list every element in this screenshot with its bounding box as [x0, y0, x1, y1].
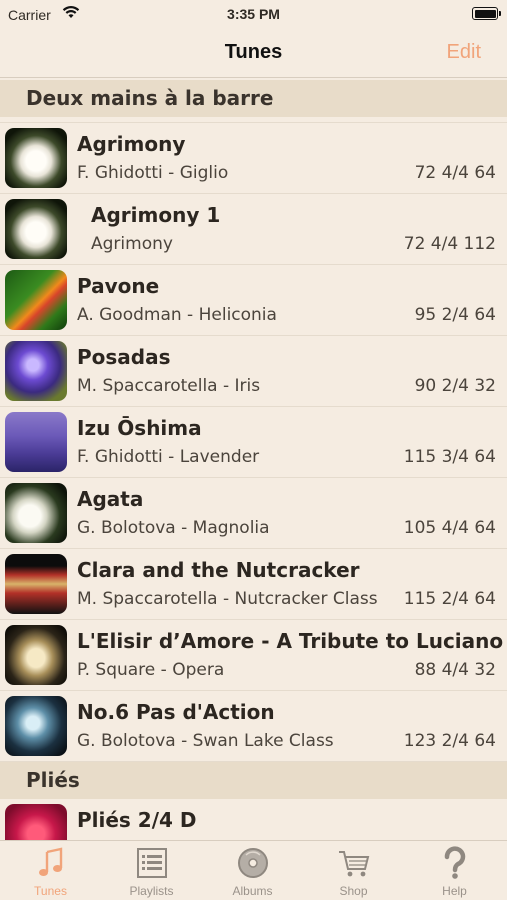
tune-row[interactable]: Agrimony F. Ghidotti - Giglio 72 4/4 64 — [0, 123, 507, 194]
tab-playlists[interactable]: Playlists — [101, 841, 202, 900]
tune-thumbnail — [5, 341, 67, 401]
tune-title: No.6 Pas d'Action — [77, 700, 275, 724]
tune-row[interactable]: Agata G. Bolotova - Magnolia 105 4/4 64 — [0, 478, 507, 549]
tune-subtitle: P. Square - Opera — [77, 660, 225, 680]
tab-label: Playlists — [129, 884, 174, 898]
tune-row[interactable]: Posadas M. Spaccarotella - Iris 90 2/4 3… — [0, 336, 507, 407]
tune-subtitle: F. Ghidotti - Lavender — [77, 447, 260, 467]
tune-thumbnail — [5, 804, 67, 840]
tune-meta: 88 4/4 32 — [414, 660, 496, 680]
tune-title: Izu Ōshima — [77, 416, 202, 440]
tune-subtitle: F. Ghidotti - Giglio — [77, 163, 229, 183]
tune-meta: 72 4/4 112 — [403, 234, 496, 254]
tune-row[interactable]: Pavone A. Goodman - Heliconia 95 2/4 64 — [0, 265, 507, 336]
status-time: 3:35 PM — [227, 6, 280, 22]
section-header: Deux mains à la barre — [0, 80, 507, 117]
tab-label: Shop — [339, 884, 368, 898]
tune-title: Agata — [77, 487, 144, 511]
edit-button[interactable]: Edit — [447, 41, 481, 64]
tune-thumbnail — [5, 483, 67, 543]
list-icon — [135, 846, 169, 880]
tab-bar: Tunes Playlists Albums Shop Help — [0, 840, 507, 900]
tune-meta: 115 2/4 64 — [403, 589, 496, 609]
question-icon — [438, 846, 472, 880]
tune-title: Agrimony — [77, 132, 186, 156]
tune-subtitle: G. Bolotova - Magnolia — [77, 518, 270, 538]
tune-thumbnail — [5, 199, 67, 259]
tune-title: Clara and the Nutcracker — [77, 558, 360, 582]
tune-thumbnail — [5, 412, 67, 472]
tune-meta: 105 4/4 64 — [403, 518, 496, 538]
tune-title: Pliés 2/4 D — [77, 808, 197, 832]
tune-title: L'Elisir d’Amore - A Tribute to Luciano — [77, 629, 504, 653]
tune-thumbnail — [5, 270, 67, 330]
tab-label: Help — [442, 884, 467, 898]
tune-subtitle: M. Spaccarotella - Nutcracker Class — [77, 589, 378, 609]
tab-tunes[interactable]: Tunes — [0, 841, 101, 900]
tune-title: Posadas — [77, 345, 171, 369]
tune-subtitle: M. Spaccarotella - Iris — [77, 376, 261, 396]
cart-icon — [337, 846, 371, 880]
tune-row[interactable]: Agrimony 1 Agrimony 72 4/4 112 — [0, 194, 507, 265]
tab-label: Tunes — [34, 884, 67, 898]
tune-thumbnail — [5, 625, 67, 685]
tune-meta: 95 2/4 64 — [414, 305, 496, 325]
tune-title: Agrimony 1 — [91, 203, 221, 227]
tab-label: Albums — [232, 884, 273, 898]
tune-row[interactable]: Izu Ōshima F. Ghidotti - Lavender 115 3/… — [0, 407, 507, 478]
tune-meta: 115 3/4 64 — [403, 447, 496, 467]
album-icon — [236, 846, 270, 880]
status-bar: Carrier 3:35 PM — [0, 0, 507, 30]
tune-meta: 123 2/4 64 — [403, 731, 496, 751]
tune-thumbnail — [5, 554, 67, 614]
tune-subtitle: Agrimony — [91, 234, 173, 254]
tune-meta: 90 2/4 32 — [414, 376, 496, 396]
navigation-bar: Tunes Edit — [0, 30, 507, 78]
tune-row[interactable]: Pliés 2/4 D — [0, 799, 507, 840]
tune-title: Pavone — [77, 274, 160, 298]
tune-meta: 72 4/4 64 — [414, 163, 496, 183]
tab-albums[interactable]: Albums — [202, 841, 303, 900]
tune-row[interactable]: Clara and the Nutcracker M. Spaccarotell… — [0, 549, 507, 620]
tab-help[interactable]: Help — [404, 841, 505, 900]
tune-thumbnail — [5, 696, 67, 756]
music-note-icon — [34, 846, 68, 880]
section-header: Pliés — [0, 762, 507, 799]
tune-subtitle: A. Goodman - Heliconia — [77, 305, 277, 325]
tune-thumbnail — [5, 128, 67, 188]
tune-row[interactable]: No.6 Pas d'Action G. Bolotova - Swan Lak… — [0, 691, 507, 762]
tab-shop[interactable]: Shop — [303, 841, 404, 900]
tune-list[interactable]: Deux mains à la barre Agrimony F. Ghidot… — [0, 80, 507, 840]
page-title: Tunes — [224, 41, 283, 63]
tune-row[interactable]: L'Elisir d’Amore - A Tribute to Luciano … — [0, 620, 507, 691]
tune-subtitle: G. Bolotova - Swan Lake Class — [77, 731, 334, 751]
battery-icon — [472, 7, 501, 20]
